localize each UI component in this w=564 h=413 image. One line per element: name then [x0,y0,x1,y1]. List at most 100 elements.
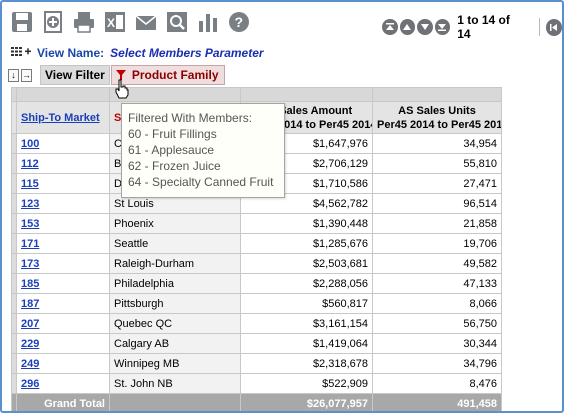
units-header-line2: Per45 2014 to Per45 2014 [377,118,502,131]
market-code-link[interactable]: 185 [21,278,39,290]
market-code-cell[interactable]: 296 [16,373,110,394]
sort-down-icon[interactable]: ↓ [8,68,19,82]
table-row: 229 Calgary AB $1,419,064 30,344 [11,333,502,354]
table-row: 207 Quebec QC $3,161,154 56,750 [11,313,502,334]
grand-total-spacer [109,393,241,411]
market-name-cell: Raleigh-Durham [109,253,241,274]
market-code-cell[interactable]: 153 [16,213,110,234]
market-code-link[interactable]: 207 [21,318,39,330]
view-name-bar: View Name: Select Members Parameter [11,46,264,60]
market-code-cell[interactable]: 185 [16,273,110,294]
units-cell: 19,706 [372,233,502,254]
print-icon[interactable] [72,10,96,34]
market-code-cell[interactable]: 115 [16,173,110,194]
page-range-label: 1 to 14 of 14 [457,13,510,41]
view-filter-button[interactable]: View Filter [40,65,110,85]
header-spacer [16,87,110,102]
add-icon[interactable] [41,10,65,34]
market-code-link[interactable]: 112 [21,158,39,170]
filter-tooltip: Filtered With Members: 60 - Fruit Fillin… [121,103,285,198]
first-page-icon[interactable] [382,19,398,35]
svg-text:?: ? [235,14,244,30]
amount-cell: $1,285,676 [240,233,373,254]
market-code-cell[interactable]: 187 [16,293,110,314]
market-code-cell[interactable]: 112 [16,153,110,174]
toolbar: X ? [10,10,251,36]
market-code-link[interactable]: 153 [21,218,39,230]
help-icon[interactable]: ? [227,10,251,34]
market-name-cell: Pittsburgh [109,293,241,314]
column-header-market[interactable]: Ship-To Market [16,101,110,134]
column-header-units[interactable]: AS Sales Units Per45 2014 to Per45 2014 [372,101,502,134]
market-code-link[interactable]: 249 [21,358,39,370]
market-code-cell[interactable]: 249 [16,353,110,374]
market-name-cell: Phoenix [109,213,241,234]
table-row: 185 Philadelphia $2,288,056 47,133 [11,273,502,294]
market-name-cell: Quebec QC [109,313,241,334]
units-cell: 49,582 [372,253,502,274]
market-code-cell[interactable]: 207 [16,313,110,334]
svg-text:X: X [107,16,115,30]
market-code-link[interactable]: 115 [21,178,39,190]
market-code-link[interactable]: 187 [21,298,39,310]
collapse-icon[interactable] [545,18,562,36]
market-code-link[interactable]: 173 [21,258,39,270]
view-grid-icon[interactable] [11,46,31,60]
market-code-cell[interactable]: 229 [16,333,110,354]
amount-cell: $1,390,448 [240,213,373,234]
market-code-link[interactable]: 171 [21,238,39,250]
ship-to-market-link[interactable]: Ship-To Market [21,112,100,124]
excel-icon[interactable]: X [103,10,127,34]
tooltip-member: 60 - Fruit Fillings [128,127,217,141]
market-code-cell[interactable]: 123 [16,193,110,214]
market-name-cell: Winnipeg MB [109,353,241,374]
market-code-cell[interactable]: 173 [16,253,110,274]
save-icon[interactable] [10,10,34,34]
amount-cell: $3,161,154 [240,313,373,334]
product-family-label: Product Family [131,68,219,82]
email-icon[interactable] [134,10,158,34]
units-cell: 21,858 [372,213,502,234]
grand-total-row: Grand Total $26,077,957 491,458 [11,393,502,411]
units-cell: 96,514 [372,193,502,214]
amount-cell: $560,817 [240,293,373,314]
header-spacer [240,87,373,102]
table-row: 171 Seattle $1,285,676 19,706 [11,233,502,254]
units-cell: 47,133 [372,273,502,294]
tooltip-title: Filtered With Members: [128,111,253,125]
next-page-icon[interactable] [417,19,433,35]
market-code-cell[interactable]: 171 [16,233,110,254]
market-name-cell: Philadelphia [109,273,241,294]
view-name-value[interactable]: Select Members Parameter [110,46,263,60]
search-icon[interactable] [165,10,189,34]
market-code-link[interactable]: 100 [21,138,39,150]
prev-page-icon[interactable] [399,19,416,35]
units-header-line1: AS Sales Units [398,104,476,117]
header-spacer [372,87,502,102]
market-code-link[interactable]: 229 [21,338,39,350]
tooltip-member: 64 - Specialty Canned Fruit [128,175,274,189]
amount-cell: $522,909 [240,373,373,394]
grand-total-amount: $26,077,957 [240,393,373,411]
market-code-cell[interactable]: 100 [16,133,110,154]
market-name-cell: Seattle [109,233,241,254]
units-cell: 8,066 [372,293,502,314]
amount-cell: $2,288,056 [240,273,373,294]
grand-total-units: 491,458 [372,393,502,411]
amount-cell: $2,503,681 [240,253,373,274]
amount-cell: $2,318,678 [240,353,373,374]
units-cell: 30,344 [372,333,502,354]
grand-total-label: Grand Total [16,393,110,411]
hand-cursor-icon [115,79,129,99]
market-name-cell: Calgary AB [109,333,241,354]
chart-icon[interactable] [196,10,220,34]
divider [538,18,540,36]
last-page-icon[interactable] [434,19,451,35]
market-code-link[interactable]: 296 [21,378,39,390]
units-cell: 34,954 [372,133,502,154]
table-row: 153 Phoenix $1,390,448 21,858 [11,213,502,234]
market-code-link[interactable]: 123 [21,198,39,210]
table-row: 173 Raleigh-Durham $2,503,681 49,582 [11,253,502,274]
amount-cell: $1,419,064 [240,333,373,354]
arrow-right-icon[interactable]: → [21,68,32,82]
